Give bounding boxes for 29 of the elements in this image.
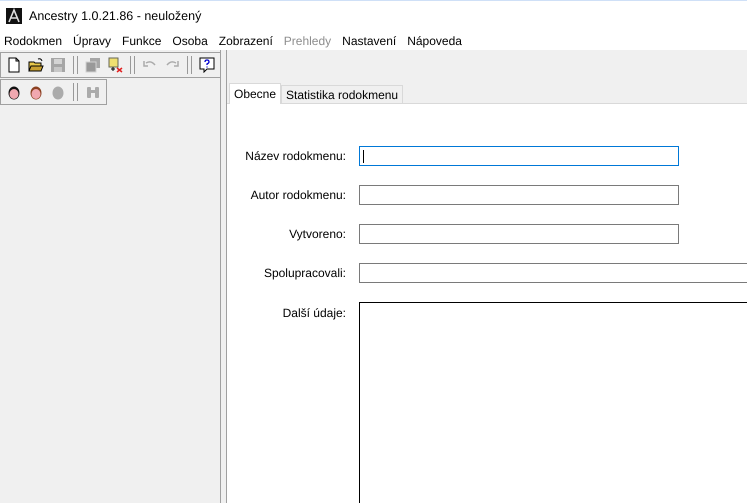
woman-face-icon <box>28 84 44 100</box>
save-icon <box>50 57 66 73</box>
copy-icon <box>85 57 101 73</box>
toolbar-button[interactable] <box>197 55 217 75</box>
open-folder-icon <box>28 57 44 73</box>
input-field[interactable] <box>359 185 679 205</box>
new-file-icon <box>6 57 22 73</box>
tab[interactable]: Statistika rodokmenu <box>281 85 404 103</box>
menu-item[interactable]: Zobrazení <box>218 34 277 48</box>
input-field[interactable] <box>359 146 679 166</box>
help-icon <box>199 57 215 73</box>
menu-item[interactable]: Úpravy <box>72 34 116 48</box>
input-field[interactable] <box>359 224 679 244</box>
input-field[interactable] <box>359 263 747 283</box>
menu-item[interactable]: Nastavení <box>341 34 400 48</box>
field-label: Název rodokmenu: <box>244 149 347 163</box>
tab[interactable]: Obecne <box>229 83 282 104</box>
menu-item[interactable]: Osoba <box>171 34 212 48</box>
app-logo-icon <box>6 8 22 24</box>
man-face-icon <box>6 84 22 100</box>
field-label: Další údaje: <box>282 305 347 320</box>
field-label: Vytvoreno: <box>288 227 347 241</box>
menu-item[interactable]: Funkce <box>121 34 166 48</box>
field-label: Spolupracovali: <box>262 266 347 280</box>
window-title: Ancestry 1.0.21.86 - neuložený <box>29 9 202 23</box>
field-label: Autor rodokmenu: <box>250 188 347 202</box>
menu-item[interactable]: Nápoveda <box>406 34 466 48</box>
close-file-icon <box>107 57 123 73</box>
menu-item[interactable]: Rodokmen <box>3 34 66 48</box>
